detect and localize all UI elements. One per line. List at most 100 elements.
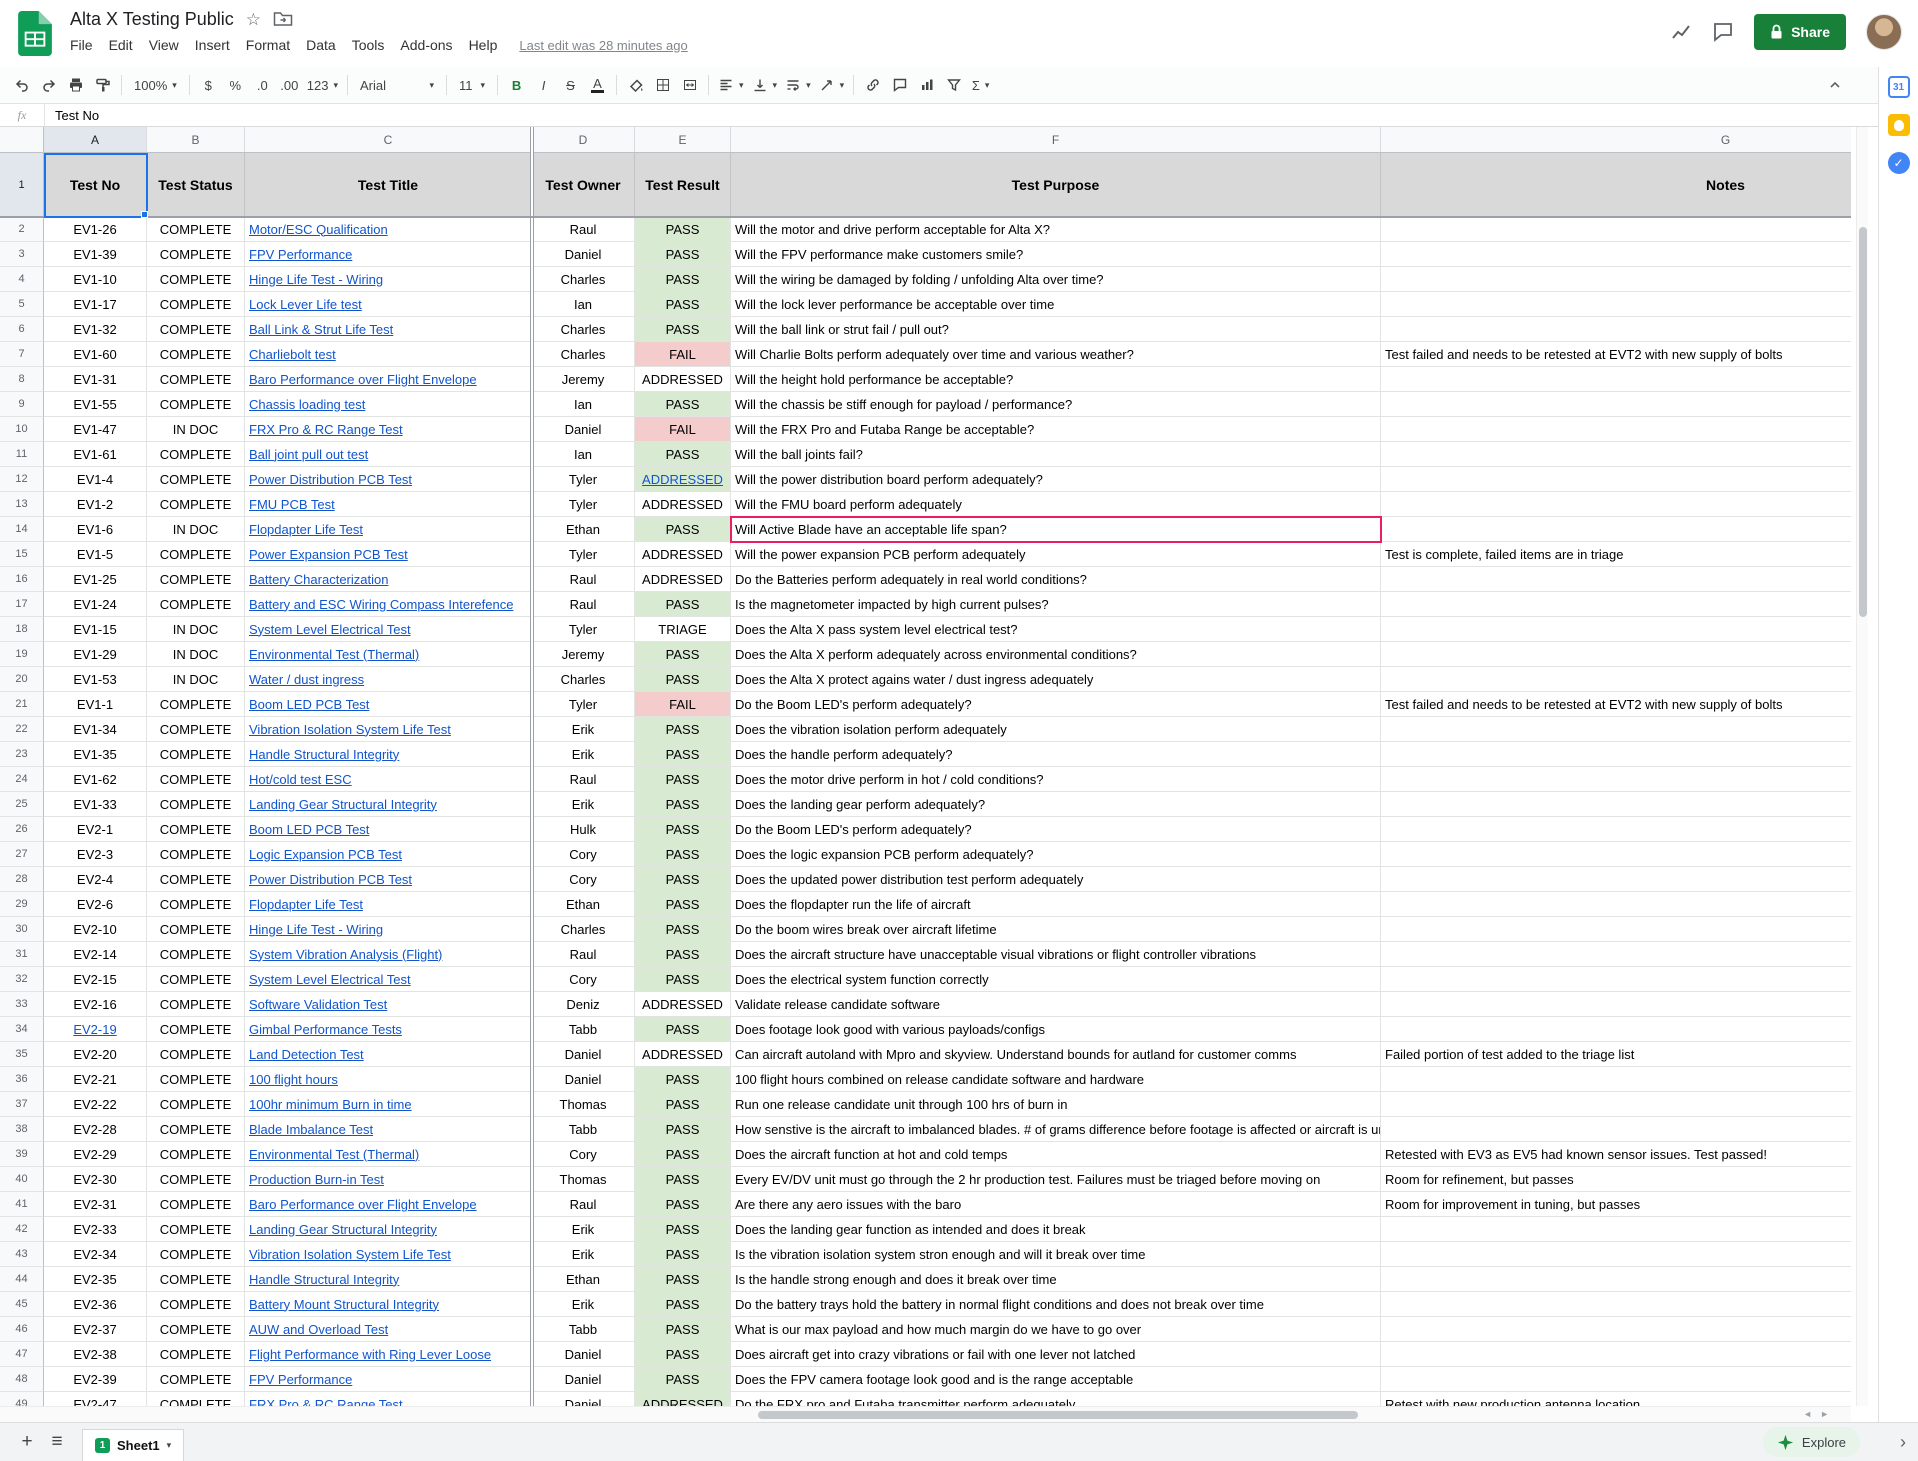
cell-F7[interactable]: Will Charlie Bolts perform adequately ov… (731, 342, 1381, 367)
cell-F1[interactable]: Test Purpose (731, 153, 1381, 217)
cell-D7[interactable]: Charles (532, 342, 635, 367)
cell-F15[interactable]: Will the power expansion PCB perform ade… (731, 542, 1381, 567)
cell-G18[interactable] (1381, 617, 1851, 642)
number-format-button[interactable]: 123▾ (303, 72, 342, 99)
filter-button[interactable] (940, 72, 967, 99)
cell-E7[interactable]: FAIL (635, 342, 731, 367)
cell-A14[interactable]: EV1-6 (44, 517, 147, 542)
cell-C41[interactable]: Baro Performance over Flight Envelope (245, 1192, 532, 1217)
cell-D45[interactable]: Erik (532, 1292, 635, 1317)
cell-G49[interactable]: Retest with new production antenna locat… (1381, 1392, 1851, 1406)
cell-C27[interactable]: Logic Expansion PCB Test (245, 842, 532, 867)
menu-file[interactable]: File (62, 35, 101, 55)
cell-A49[interactable]: EV2-47 (44, 1392, 147, 1406)
cell-G38[interactable] (1381, 1117, 1851, 1142)
cell-B46[interactable]: COMPLETE (147, 1317, 245, 1342)
menu-help[interactable]: Help (461, 35, 506, 55)
cell-E39[interactable]: PASS (635, 1142, 731, 1167)
cell-A46[interactable]: EV2-37 (44, 1317, 147, 1342)
cell-F30[interactable]: Do the boom wires break over aircraft li… (731, 917, 1381, 942)
cell-G45[interactable] (1381, 1292, 1851, 1317)
cell-A42[interactable]: EV2-33 (44, 1217, 147, 1242)
cell-G35[interactable]: Failed portion of test added to the tria… (1381, 1042, 1851, 1067)
cell-C21[interactable]: Boom LED PCB Test (245, 692, 532, 717)
cell-D23[interactable]: Erik (532, 742, 635, 767)
cell-D13[interactable]: Tyler (532, 492, 635, 517)
cell-C31[interactable]: System Vibration Analysis (Flight) (245, 942, 532, 967)
cell-D35[interactable]: Daniel (532, 1042, 635, 1067)
cell-D25[interactable]: Erik (532, 792, 635, 817)
cell-G30[interactable] (1381, 917, 1851, 942)
sheet-tab[interactable]: 1 Sheet1 ▾ (82, 1429, 184, 1461)
cell-B37[interactable]: COMPLETE (147, 1092, 245, 1117)
cell-D27[interactable]: Cory (532, 842, 635, 867)
row-header-34[interactable]: 34 (0, 1017, 44, 1042)
cell-B49[interactable]: COMPLETE (147, 1392, 245, 1406)
cell-E1[interactable]: Test Result (635, 153, 731, 217)
cell-F47[interactable]: Does aircraft get into crazy vibrations … (731, 1342, 1381, 1367)
cell-F17[interactable]: Is the magnetometer impacted by high cur… (731, 592, 1381, 617)
cell-E23[interactable]: PASS (635, 742, 731, 767)
cell-G48[interactable] (1381, 1367, 1851, 1392)
cell-G44[interactable] (1381, 1267, 1851, 1292)
cell-G14[interactable] (1381, 517, 1851, 542)
cell-E44[interactable]: PASS (635, 1267, 731, 1292)
cell-B34[interactable]: COMPLETE (147, 1017, 245, 1042)
cell-G15[interactable]: Test is complete, failed items are in tr… (1381, 542, 1851, 567)
cell-F23[interactable]: Does the handle perform adequately? (731, 742, 1381, 767)
cell-B19[interactable]: IN DOC (147, 642, 245, 667)
cell-F43[interactable]: Is the vibration isolation system stron … (731, 1242, 1381, 1267)
vertical-align-button[interactable]: ▾ (748, 72, 782, 99)
cell-A12[interactable]: EV1-4 (44, 467, 147, 492)
column-header-C[interactable]: C (245, 127, 532, 152)
row-header-11[interactable]: 11 (0, 442, 44, 467)
cell-E40[interactable]: PASS (635, 1167, 731, 1192)
cell-A38[interactable]: EV2-28 (44, 1117, 147, 1142)
cell-A8[interactable]: EV1-31 (44, 367, 147, 392)
cell-E11[interactable]: PASS (635, 442, 731, 467)
cell-B9[interactable]: COMPLETE (147, 392, 245, 417)
row-header-33[interactable]: 33 (0, 992, 44, 1017)
cell-A29[interactable]: EV2-6 (44, 892, 147, 917)
cell-F35[interactable]: Can aircraft autoland with Mpro and skyv… (731, 1042, 1381, 1067)
cell-B1[interactable]: Test Status (147, 153, 245, 217)
row-header-13[interactable]: 13 (0, 492, 44, 517)
cell-B28[interactable]: COMPLETE (147, 867, 245, 892)
cell-C33[interactable]: Software Validation Test (245, 992, 532, 1017)
cell-D11[interactable]: Ian (532, 442, 635, 467)
cell-A4[interactable]: EV1-10 (44, 267, 147, 292)
cell-G5[interactable] (1381, 292, 1851, 317)
cell-F22[interactable]: Does the vibration isolation perform ade… (731, 717, 1381, 742)
row-header-15[interactable]: 15 (0, 542, 44, 567)
cell-A16[interactable]: EV1-25 (44, 567, 147, 592)
row-header-42[interactable]: 42 (0, 1217, 44, 1242)
row-header-7[interactable]: 7 (0, 342, 44, 367)
cell-F36[interactable]: 100 flight hours combined on release can… (731, 1067, 1381, 1092)
cell-D44[interactable]: Ethan (532, 1267, 635, 1292)
cell-A33[interactable]: EV2-16 (44, 992, 147, 1017)
cell-B22[interactable]: COMPLETE (147, 717, 245, 742)
row-header-37[interactable]: 37 (0, 1092, 44, 1117)
cell-F10[interactable]: Will the FRX Pro and Futaba Range be acc… (731, 417, 1381, 442)
cell-C12[interactable]: Power Distribution PCB Test (245, 467, 532, 492)
cell-E45[interactable]: PASS (635, 1292, 731, 1317)
row-header-5[interactable]: 5 (0, 292, 44, 317)
cell-D31[interactable]: Raul (532, 942, 635, 967)
cell-G32[interactable] (1381, 967, 1851, 992)
cell-G46[interactable] (1381, 1317, 1851, 1342)
cell-E4[interactable]: PASS (635, 267, 731, 292)
cell-E2[interactable]: PASS (635, 217, 731, 242)
row-header-22[interactable]: 22 (0, 717, 44, 742)
cell-B12[interactable]: COMPLETE (147, 467, 245, 492)
cell-F33[interactable]: Validate release candidate software (731, 992, 1381, 1017)
horizontal-scrollbar[interactable]: ◄► (0, 1406, 1851, 1422)
cell-F27[interactable]: Does the logic expansion PCB perform ade… (731, 842, 1381, 867)
column-header-A[interactable]: A (44, 127, 147, 152)
cell-D29[interactable]: Ethan (532, 892, 635, 917)
cell-D38[interactable]: Tabb (532, 1117, 635, 1142)
text-rotation-button[interactable]: ▾ (815, 72, 849, 99)
cell-C45[interactable]: Battery Mount Structural Integrity (245, 1292, 532, 1317)
cell-C47[interactable]: Flight Performance with Ring Lever Loose (245, 1342, 532, 1367)
cell-B23[interactable]: COMPLETE (147, 742, 245, 767)
cell-B6[interactable]: COMPLETE (147, 317, 245, 342)
